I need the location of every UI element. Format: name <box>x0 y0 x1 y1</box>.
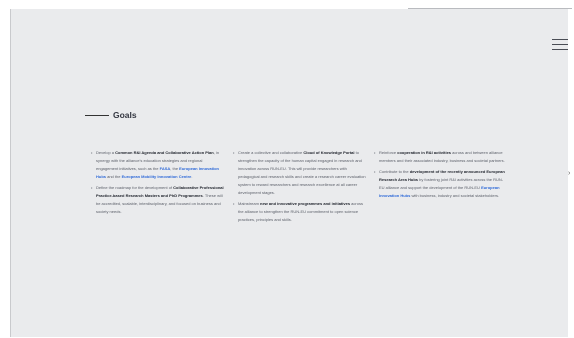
goal-text: , the <box>170 166 180 171</box>
goal-text: to strengthen the capacity of the human … <box>238 150 366 195</box>
goal-item: Create a collective and collaborative Cl… <box>233 149 366 197</box>
goal-text: Create a collective and collaborative <box>238 150 304 155</box>
goal-emphasis: Cloud of Knowledge Portal <box>303 150 355 155</box>
goals-list: Develop a Common R&I Agenda and Collabor… <box>91 149 224 216</box>
goal-text: Contribute to the <box>379 168 410 174</box>
goal-link[interactable]: European Mobility Innovation Centre <box>122 174 192 179</box>
menu-bar <box>552 44 568 46</box>
goals-column-1: Develop a Common R&I Agenda and Collabor… <box>91 149 224 218</box>
goal-link[interactable]: FASA <box>160 166 171 171</box>
goals-column-3: Reinforce cooperation in R&I activities … <box>374 149 507 202</box>
hamburger-menu-icon[interactable] <box>552 39 570 51</box>
menu-bar <box>552 39 568 41</box>
goal-emphasis: Common R&I Agenda and Collaborative Acti… <box>115 150 214 155</box>
page-title: Goals <box>113 110 137 120</box>
goal-text: and the <box>106 174 122 179</box>
goal-item: Mainstream new and innovative programmes… <box>233 200 366 224</box>
goal-item: Define the roadmap for the development o… <box>91 184 224 216</box>
goals-list: Create a collective and collaborative Cl… <box>233 149 366 224</box>
goal-emphasis: new and innovative programmes and initia… <box>260 200 351 206</box>
goal-item: Develop a Common R&I Agenda and Collabor… <box>91 149 224 181</box>
goals-list: Reinforce cooperation in R&I activities … <box>374 149 507 200</box>
chevron-right-icon[interactable]: › <box>568 170 574 178</box>
goal-item: Reinforce cooperation in R&I activities … <box>374 149 507 165</box>
goal-text: Develop a <box>96 150 116 155</box>
goal-emphasis: cooperation in R&I activities <box>397 150 452 155</box>
goal-text: Reinforce <box>379 150 398 155</box>
heading-rule <box>85 114 109 116</box>
goal-text: Define the roadmap for the development o… <box>96 184 174 190</box>
goal-item: Contribute to the development of the rec… <box>374 168 507 200</box>
menu-bar <box>552 49 568 51</box>
goal-text: with business, industry and societal sta… <box>410 192 500 198</box>
goals-column-2: Create a collective and collaborative Cl… <box>233 149 366 226</box>
goals-heading: Goals <box>85 110 137 120</box>
goal-text: Mainstream <box>238 200 261 206</box>
goal-text: . <box>191 174 193 179</box>
